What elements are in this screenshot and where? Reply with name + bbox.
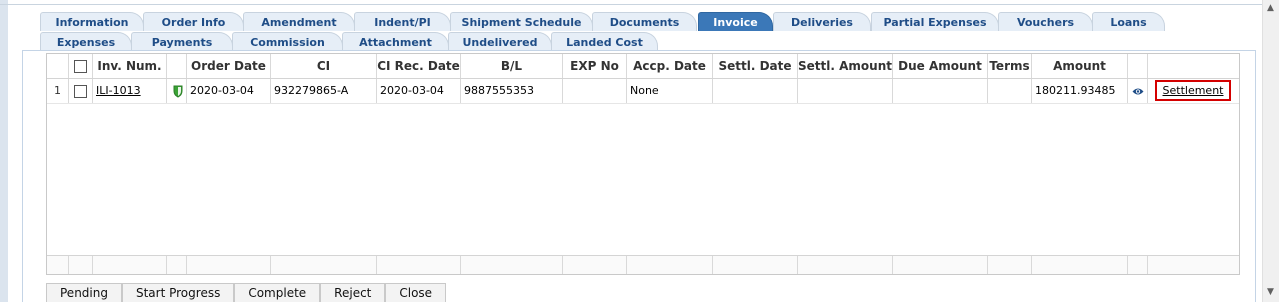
tab-landed-cost[interactable]: Landed Cost — [551, 32, 658, 51]
table-row[interactable]: 1 ILI-1013 2020-03-04 932279865-A 2020-0… — [47, 79, 1239, 104]
header-bl[interactable]: B/L — [461, 54, 563, 78]
footer-cell — [1128, 256, 1148, 274]
reject-button[interactable]: Reject — [320, 283, 386, 302]
header-action — [1148, 54, 1241, 78]
tab-order-info[interactable]: Order Info — [143, 12, 244, 31]
footer-cell — [1032, 256, 1128, 274]
terms-cell — [988, 79, 1032, 103]
tab-documents[interactable]: Documents — [592, 12, 697, 31]
tab-commission[interactable]: Commission — [232, 32, 343, 51]
footer-cell — [47, 256, 69, 274]
footer-cell — [167, 256, 187, 274]
footer-cell — [271, 256, 377, 274]
shield-icon — [173, 85, 183, 98]
tab-amendment[interactable]: Amendment — [243, 12, 355, 31]
complete-button[interactable]: Complete — [234, 283, 321, 302]
header-amount[interactable]: Amount — [1032, 54, 1128, 78]
amount-cell: 180211.93485 — [1032, 79, 1128, 103]
settlement-link[interactable]: Settlement — [1163, 84, 1224, 97]
row-select[interactable] — [69, 79, 93, 103]
inv-num-link[interactable]: ILI-1013 — [96, 84, 141, 97]
scroll-up-icon[interactable]: ▲ — [1267, 3, 1274, 13]
settl-amount-cell — [798, 79, 893, 103]
header-rownum — [47, 54, 69, 78]
header-settl-date[interactable]: Settl. Date — [713, 54, 798, 78]
status-buttons: Pending Start Progress Complete Reject C… — [46, 283, 447, 302]
inv-num-cell: ILI-1013 — [93, 79, 167, 103]
header-order-date[interactable]: Order Date — [187, 54, 271, 78]
settlement-highlight: Settlement — [1155, 80, 1231, 101]
ci-cell: 932279865-A — [271, 79, 377, 103]
accp-date-cell: None — [627, 79, 713, 103]
header-inv-num[interactable]: Inv. Num. — [93, 54, 167, 78]
footer-cell — [627, 256, 713, 274]
tab-shipment-schedule[interactable]: Shipment Schedule — [450, 12, 593, 31]
ci-rec-date-cell: 2020-03-04 — [377, 79, 461, 103]
header-terms[interactable]: Terms — [988, 54, 1032, 78]
tab-information[interactable]: Information — [40, 12, 144, 31]
header-ci-rec-date[interactable]: CI Rec. Date — [377, 54, 461, 78]
footer-cell — [988, 256, 1032, 274]
row-number: 1 — [47, 79, 69, 103]
view-cell[interactable] — [1128, 79, 1148, 103]
eye-icon[interactable] — [1132, 87, 1144, 96]
scroll-down-icon[interactable]: ▼ — [1267, 287, 1274, 297]
close-button[interactable]: Close — [385, 283, 447, 302]
footer-cell — [93, 256, 167, 274]
table-footer — [47, 255, 1239, 274]
due-amount-cell — [893, 79, 988, 103]
order-date-cell: 2020-03-04 — [187, 79, 271, 103]
header-ci[interactable]: CI — [271, 54, 377, 78]
vertical-scrollbar[interactable]: ▲ ▼ — [1262, 0, 1279, 302]
header-due-amount[interactable]: Due Amount — [893, 54, 988, 78]
footer-cell — [377, 256, 461, 274]
footer-cell — [1148, 256, 1241, 274]
bl-cell: 9887555353 — [461, 79, 563, 103]
tab-invoice[interactable]: Invoice — [698, 12, 773, 31]
start-progress-button[interactable]: Start Progress — [121, 283, 235, 302]
tab-loans[interactable]: Loans — [1092, 12, 1165, 31]
footer-cell — [461, 256, 563, 274]
status-cell — [167, 79, 187, 103]
tab-expenses[interactable]: Expenses — [40, 32, 132, 51]
tab-attachment[interactable]: Attachment — [342, 32, 449, 51]
tab-partial-expenses[interactable]: Partial Expenses — [871, 12, 999, 31]
footer-cell — [187, 256, 271, 274]
tab-vouchers[interactable]: Vouchers — [998, 12, 1093, 31]
header-status — [167, 54, 187, 78]
header-settl-amount[interactable]: Settl. Amount — [798, 54, 893, 78]
invoice-table: Inv. Num. Order Date CI CI Rec. Date B/L… — [46, 53, 1240, 275]
footer-cell — [893, 256, 988, 274]
tab-indent-pi[interactable]: Indent/PI — [354, 12, 451, 31]
exp-no-cell — [563, 79, 627, 103]
left-border — [0, 0, 8, 302]
pending-button[interactable]: Pending — [46, 283, 122, 302]
footer-cell — [563, 256, 627, 274]
top-divider — [0, 4, 1279, 5]
tab-deliveries[interactable]: Deliveries — [773, 12, 871, 31]
tab-undelivered[interactable]: Undelivered — [448, 32, 552, 51]
footer-cell — [69, 256, 93, 274]
settl-date-cell — [713, 79, 798, 103]
select-all-checkbox[interactable] — [74, 60, 87, 73]
tab-payments[interactable]: Payments — [131, 32, 233, 51]
header-exp-no[interactable]: EXP No — [563, 54, 627, 78]
footer-cell — [713, 256, 798, 274]
header-select-all[interactable] — [69, 54, 93, 78]
header-accp-date[interactable]: Accp. Date — [627, 54, 713, 78]
table-header: Inv. Num. Order Date CI CI Rec. Date B/L… — [47, 54, 1239, 79]
row-checkbox[interactable] — [74, 84, 87, 98]
footer-cell — [798, 256, 893, 274]
header-view — [1128, 54, 1148, 78]
